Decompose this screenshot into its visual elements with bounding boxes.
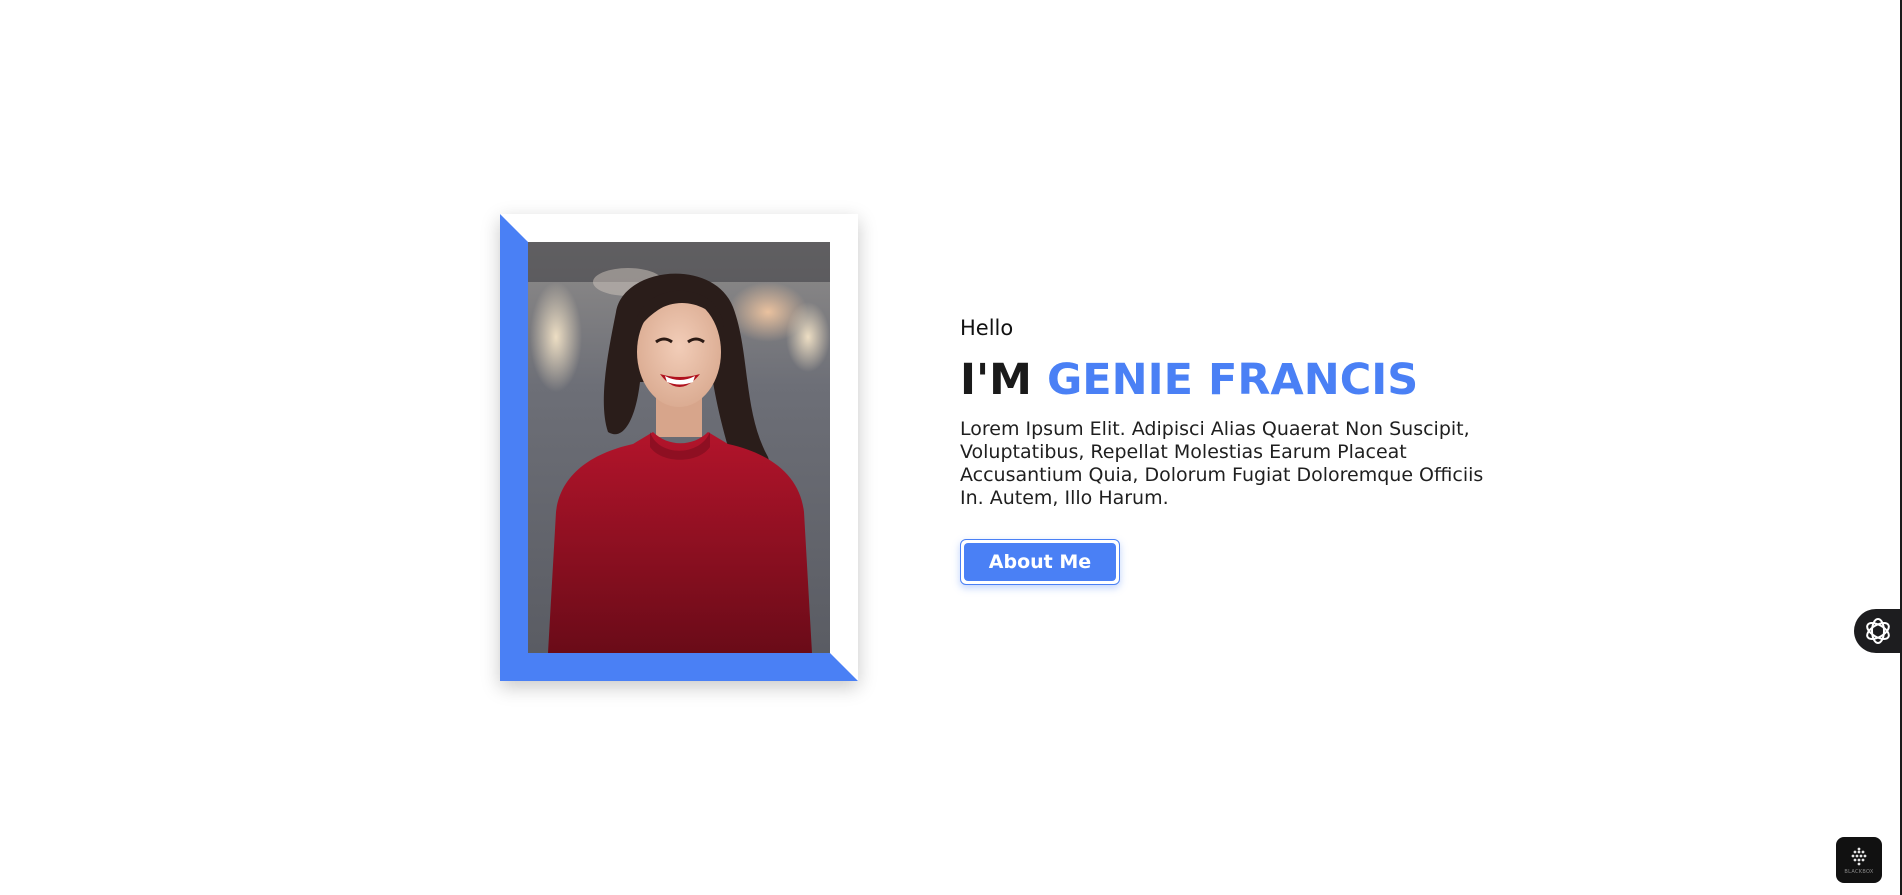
- headline-name: GENIE FRANCIS: [1046, 355, 1419, 405]
- portrait-image: [528, 242, 830, 653]
- page: Hello I'M GENIE FRANCIS Lorem Ipsum Elit…: [0, 0, 1902, 895]
- headline-prefix: I'M: [960, 355, 1032, 405]
- greeting-text: Hello: [960, 316, 1014, 340]
- hero-text-block: Hello I'M GENIE FRANCIS Lorem Ipsum Elit…: [960, 314, 1520, 585]
- about-button-outline: About Me: [960, 539, 1120, 585]
- corner-badge-label: BLACKBOX: [1844, 868, 1874, 875]
- profile-photo: [528, 242, 830, 653]
- openai-logo-icon: [1866, 618, 1890, 644]
- blackbox-logo-icon: [1851, 847, 1867, 865]
- about-me-button[interactable]: About Me: [964, 543, 1116, 581]
- hero-description: Lorem Ipsum Elit. Adipisci Alias Quaerat…: [960, 418, 1484, 509]
- side-assistant-widget[interactable]: [1854, 609, 1902, 653]
- corner-badge[interactable]: BLACKBOX: [1836, 837, 1882, 883]
- headline: I'M GENIE FRANCIS: [960, 354, 1520, 406]
- profile-photo-frame: [500, 214, 858, 681]
